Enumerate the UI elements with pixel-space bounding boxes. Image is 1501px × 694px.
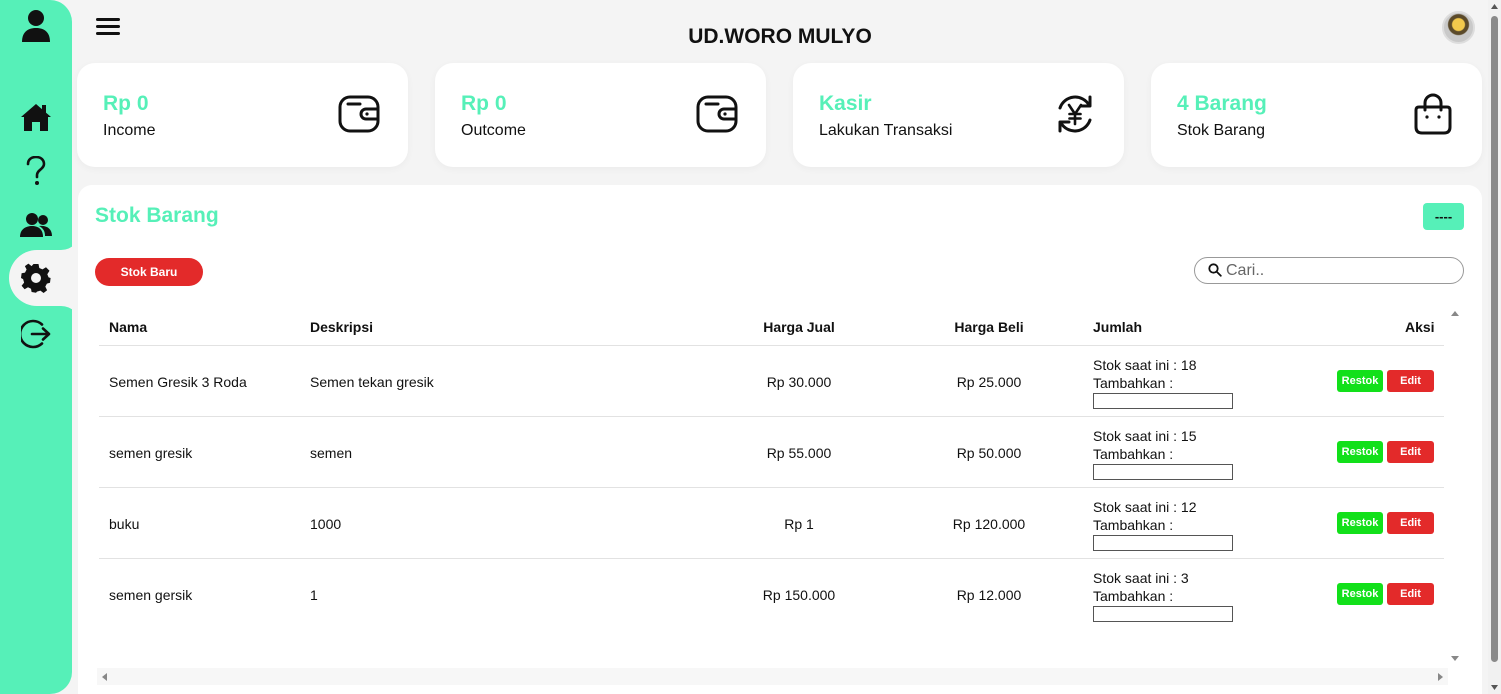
card-label: Lakukan Transaksi [819,122,953,139]
card-label: Outcome [461,122,526,139]
cell-harga-jual: Rp 30.000 [766,374,832,390]
stock-table: Nama Deskripsi Harga Jual Harga Beli Jum… [99,306,1444,630]
stok-text: Stok saat ini : 12 [1093,499,1197,515]
logout-icon[interactable] [0,314,72,354]
search-input[interactable] [1226,261,1451,281]
app-title: UD.WORO MULYO [688,25,872,48]
card-value: Rp 0 [461,92,507,115]
cell-deskripsi: 1000 [310,516,342,532]
cell-harga-beli: Rp 12.000 [956,587,1022,603]
cell-nama: semen gresik [109,445,193,461]
card-value: Rp 0 [103,92,149,115]
avatar[interactable] [1442,11,1475,44]
tambahkan-label: Tambahkan : [1093,446,1174,462]
cell-nama: semen gersik [109,587,193,603]
tambahkan-input[interactable] [1093,393,1233,409]
header-harga-beli: Harga Beli [954,319,1024,335]
edit-button[interactable]: Edit [1387,583,1434,605]
cell-harga-beli: Rp 50.000 [956,445,1022,461]
cell-deskripsi: 1 [310,587,318,603]
dash-button[interactable]: ---- [1423,203,1464,230]
wallet-icon [336,91,382,137]
stok-barang-panel: Stok Barang ---- Stok Baru Nama Deskrips… [78,185,1482,694]
cell-nama: Semen Gresik 3 Roda [109,374,247,390]
outcome-card[interactable]: Rp 0 Outcome [435,63,766,167]
wallet-icon [694,91,740,137]
header-jumlah: Jumlah [1093,319,1143,335]
header-harga-jual: Harga Jual [763,319,835,335]
cell-deskripsi: semen [310,445,353,461]
search-box [1194,257,1464,284]
topbar: UD.WORO MULYO [72,0,1488,60]
user-icon[interactable] [0,6,72,46]
cell-harga-beli: Rp 120.000 [952,516,1026,532]
card-label: Stok Barang [1177,122,1266,139]
card-label: Income [103,122,156,139]
table-vertical-scrollbar[interactable] [1448,306,1462,668]
tambahkan-label: Tambahkan : [1093,588,1174,604]
edit-button[interactable]: Edit [1387,441,1434,463]
tambahkan-label: Tambahkan : [1093,517,1174,533]
cell-jumlah: Stok saat ini : 18 Tambahkan : [1093,356,1233,409]
table-horizontal-scrollbar[interactable] [97,668,1448,685]
restok-button[interactable]: Restok [1337,441,1383,463]
stok-text: Stok saat ini : 18 [1093,357,1197,373]
table-row: semen gersik 1 Rp 150.000 Rp 12.000 Stok… [99,559,1444,630]
page-scrollbar[interactable] [1488,0,1501,694]
yen-exchange-icon [1052,91,1098,137]
cell-harga-jual: Rp 1 [784,516,814,532]
header-deskripsi: Deskripsi [310,319,374,335]
cell-harga-beli: Rp 25.000 [956,374,1022,390]
kasir-card[interactable]: Kasir Lakukan Transaksi [793,63,1124,167]
cell-deskripsi: Semen tekan gresik [310,374,434,390]
sidebar [0,0,81,694]
tambahkan-input[interactable] [1093,535,1233,551]
card-value: Kasir [819,92,872,115]
table-header: Nama Deskripsi Harga Jual Harga Beli Jum… [99,306,1444,346]
tambahkan-label: Tambahkan : [1093,375,1174,391]
restok-button[interactable]: Restok [1337,512,1383,534]
cell-jumlah: Stok saat ini : 12 Tambahkan : [1093,498,1233,551]
home-icon[interactable] [0,97,72,137]
income-card[interactable]: Rp 0 Income [77,63,408,167]
stok-text: Stok saat ini : 15 [1093,428,1197,444]
cell-harga-jual: Rp 150.000 [762,587,836,603]
restok-button[interactable]: Restok [1337,583,1383,605]
stok-text: Stok saat ini : 3 [1093,570,1189,586]
restok-button[interactable]: Restok [1337,370,1383,392]
cell-nama: buku [109,516,140,532]
tambahkan-input[interactable] [1093,606,1233,622]
stok-baru-button[interactable]: Stok Baru [95,258,203,286]
shopping-bag-icon [1410,91,1456,137]
panel-title: Stok Barang [95,204,219,227]
tambahkan-input[interactable] [1093,464,1233,480]
help-icon[interactable] [0,151,72,191]
cell-jumlah: Stok saat ini : 15 Tambahkan : [1093,427,1233,480]
search-icon [1208,263,1222,282]
table-row: semen gresik semen Rp 55.000 Rp 50.000 S… [99,417,1444,488]
gear-icon[interactable] [0,258,72,298]
cell-jumlah: Stok saat ini : 3 Tambahkan : [1093,569,1233,622]
table-row: Semen Gresik 3 Roda Semen tekan gresik R… [99,346,1444,417]
table-row: buku 1000 Rp 1 Rp 120.000 Stok saat ini … [99,488,1444,559]
edit-button[interactable]: Edit [1387,370,1434,392]
stok-barang-card[interactable]: 4 Barang Stok Barang [1151,63,1482,167]
card-value: 4 Barang [1177,92,1267,115]
cell-harga-jual: Rp 55.000 [766,445,832,461]
edit-button[interactable]: Edit [1387,512,1434,534]
header-nama: Nama [109,319,148,335]
header-aksi: Aksi [1405,319,1435,335]
page-scrollbar-thumb[interactable] [1491,16,1498,662]
